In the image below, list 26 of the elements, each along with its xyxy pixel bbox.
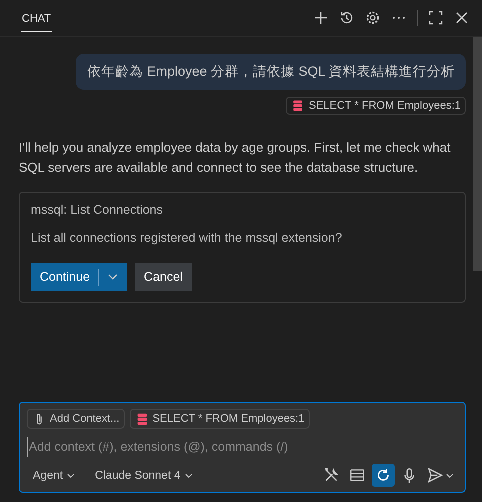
- reference-label: SELECT * FROM Employees:1: [308, 100, 461, 112]
- continue-button[interactable]: Continue: [31, 263, 128, 291]
- user-message: 依年齡為 Employee 分群，請依據 SQL 資料表結構進行分析: [76, 54, 466, 90]
- tool-title: mssql: List Connections: [31, 203, 164, 217]
- plus-icon[interactable]: [313, 10, 329, 26]
- mode-dropdown[interactable]: Agent: [27, 470, 84, 482]
- list-icon: [349, 467, 366, 484]
- chat-input-field[interactable]: Add context (#), extensions (@), commands (/): [27, 437, 459, 457]
- send-icon: [427, 467, 444, 484]
- context-chip[interactable]: SELECT * FROM Employees:1: [130, 409, 310, 429]
- reference-chip[interactable]: SELECT * FROM Employees:1: [286, 97, 466, 115]
- settings-icon[interactable]: [365, 10, 381, 26]
- maximize-icon[interactable]: [428, 10, 444, 26]
- tools-icon: [323, 467, 340, 484]
- close-icon[interactable]: [454, 10, 470, 26]
- refresh-icon: [375, 467, 392, 484]
- chat-tab[interactable]: CHAT: [21, 4, 52, 32]
- history-icon[interactable]: [339, 10, 355, 26]
- database-icon: [290, 99, 305, 113]
- refresh-icon-button[interactable]: [372, 464, 395, 487]
- add-context-button[interactable]: Add Context...: [27, 409, 125, 429]
- scrollbar-thumb[interactable]: [473, 37, 482, 271]
- response-text: I'll help you analyze employee data by age groups. First, let me check what SQL servers are available and connect to see the database structure.: [19, 139, 452, 177]
- tool-question: List all connections registered with the mssql extension?: [31, 231, 344, 245]
- cancel-button[interactable]: Cancel: [135, 263, 192, 291]
- model-dropdown[interactable]: Claude Sonnet 4: [89, 470, 201, 482]
